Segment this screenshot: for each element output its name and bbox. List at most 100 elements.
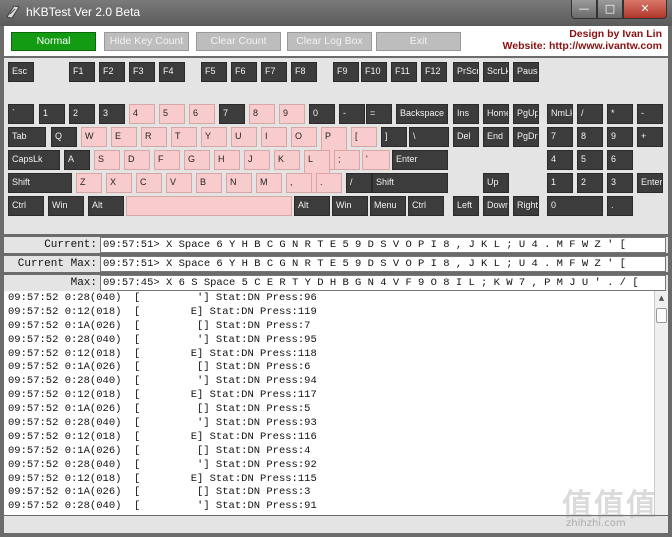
key-capslk: CapsLk (8, 150, 60, 170)
key-5: 5 (577, 150, 603, 170)
key-g: G (184, 150, 210, 170)
credit-designer: Design by Ivan Lin (569, 28, 662, 40)
key-k: K (274, 150, 300, 170)
key-7: 7 (547, 127, 573, 147)
current-max-row: Current Max: 09:57:51> X Space 6 Y H B C… (4, 256, 668, 272)
key-down: Down (483, 196, 509, 216)
key-pgdn: PgDn (513, 127, 539, 147)
log-line: 09:57:52 0:12(018) [ E] Stat:DN Press:11… (8, 347, 317, 360)
normal-button[interactable]: Normal (11, 32, 96, 51)
key-prscr: PrScr (453, 62, 479, 82)
key-pause: Pause (513, 62, 539, 82)
key-sym82: , (286, 173, 312, 193)
key-2: 2 (69, 104, 95, 124)
key-i: I (261, 127, 287, 147)
log-line: 09:57:52 0:28(040) [ '] Stat:DN Press:95 (8, 333, 317, 346)
key-scrlk: ScrLk (483, 62, 509, 82)
key-f4: F4 (159, 62, 185, 82)
key-shift: Shift (8, 173, 72, 193)
key-f: F (154, 150, 180, 170)
key-8: 8 (249, 104, 275, 124)
current-max-label: Current Max: (17, 258, 97, 270)
key-pgup: PgUp (513, 104, 539, 124)
key-up: Up (483, 173, 509, 193)
log-line: 09:57:52 0:28(040) [ '] Stat:DN Press:96 (8, 292, 317, 304)
watermark-site: zhihzhi.com (566, 518, 626, 529)
key-1: 1 (39, 104, 65, 124)
key-e: E (111, 127, 137, 147)
log-line: 09:57:52 0:28(040) [ '] Stat:DN Press:94 (8, 375, 317, 388)
key-4: 4 (547, 150, 573, 170)
key-x: X (106, 173, 132, 193)
key-sym16: ` (8, 104, 34, 124)
key-a: A (64, 150, 90, 170)
key-tab: Tab (8, 127, 46, 147)
current-row: Current: 09:57:51> X Space 6 Y H B C G N… (4, 237, 668, 253)
scroll-up-icon[interactable]: ▲ (655, 291, 668, 305)
max-row: Max: 09:57:45> X 6 S Space 5 C E R T Y D… (4, 275, 668, 291)
key-1: 1 (547, 173, 573, 193)
key-sym84: / (346, 173, 372, 193)
keyboard-panel: Esc F1 F2 F3 F4 F5 F6 F7 F8 F9 F10 F11 F12 PrScr ScrLk… (4, 58, 668, 234)
credit-website: Website: http://www.ivantw.com (502, 40, 662, 52)
log-line: 09:57:52 0:12(018) [ E] Stat:DN Press:11… (8, 389, 317, 402)
key-ctrl: Ctrl (8, 196, 44, 216)
key-win: Win (48, 196, 84, 216)
key-b: B (196, 173, 222, 193)
key-sym48: [ (351, 127, 377, 147)
exit-button[interactable]: Exit (376, 32, 461, 51)
key-f12: F12 (421, 62, 447, 82)
key-y: Y (201, 127, 227, 147)
key-nmlk: NmLk (547, 104, 573, 124)
key-f3: F3 (129, 62, 155, 82)
key-3: 3 (99, 104, 125, 124)
key-esc: Esc (8, 62, 34, 82)
key-f11: F11 (391, 62, 417, 82)
log-line: 09:57:52 0:12(018) [ E] Stat:DN Press:11… (8, 305, 317, 318)
minimize-button[interactable]: — (571, 0, 597, 19)
current-label: Current: (44, 239, 97, 251)
key-sym36: - (637, 104, 663, 124)
key-m: M (256, 173, 282, 193)
scroll-thumb[interactable] (656, 308, 667, 323)
key-sym103: . (607, 196, 633, 216)
window-title: hKBTest Ver 2.0 Beta (26, 5, 141, 19)
log-line: 09:57:52 0:1A(026) [ [] Stat:DN Press:7 (8, 319, 311, 332)
key-backspace: Backspace (396, 104, 448, 124)
maximize-button[interactable]: □ (597, 0, 623, 19)
key-c: C (136, 173, 162, 193)
log-line: 09:57:52 0:1A(026) [ [] Stat:DN Press:5 (8, 403, 311, 416)
key-alt: Alt (294, 196, 330, 216)
key-w: W (81, 127, 107, 147)
title-bar[interactable]: hKBTest Ver 2.0 Beta — □ ✕ (0, 0, 672, 26)
key-f1: F1 (69, 62, 95, 82)
key-f9: F9 (333, 62, 359, 82)
hide-key-count-button[interactable]: Hide Key Count (104, 32, 189, 51)
key-2: 2 (577, 173, 603, 193)
key-sym35: * (607, 104, 633, 124)
key-0: 0 (547, 196, 603, 216)
key-left: Left (453, 196, 479, 216)
key-sym49: ] (381, 127, 407, 147)
key-sym27: - (339, 104, 365, 124)
key-s: S (94, 150, 120, 170)
keyboard-app-icon (6, 5, 20, 19)
key-f10: F10 (361, 62, 387, 82)
key-6: 6 (607, 150, 633, 170)
key-sym57: + (637, 127, 663, 147)
key-ins: Ins (453, 104, 479, 124)
clear-count-button[interactable]: Clear Count (196, 32, 281, 51)
clear-log-box-button[interactable]: Clear Log Box (287, 32, 372, 51)
key-sym69: ' (362, 150, 390, 170)
key-f5: F5 (201, 62, 227, 82)
log-line: 09:57:52 0:28(040) [ '] Stat:DN Press:92 (8, 458, 317, 471)
key-7: 7 (219, 104, 245, 124)
close-button[interactable]: ✕ (623, 0, 667, 19)
key-n: N (226, 173, 252, 193)
key-r: R (141, 127, 167, 147)
key-sym34: / (577, 104, 603, 124)
key-sym68: ; (334, 150, 360, 170)
key-h: H (214, 150, 240, 170)
key-8: 8 (577, 127, 603, 147)
key-sym28: = (366, 104, 392, 124)
